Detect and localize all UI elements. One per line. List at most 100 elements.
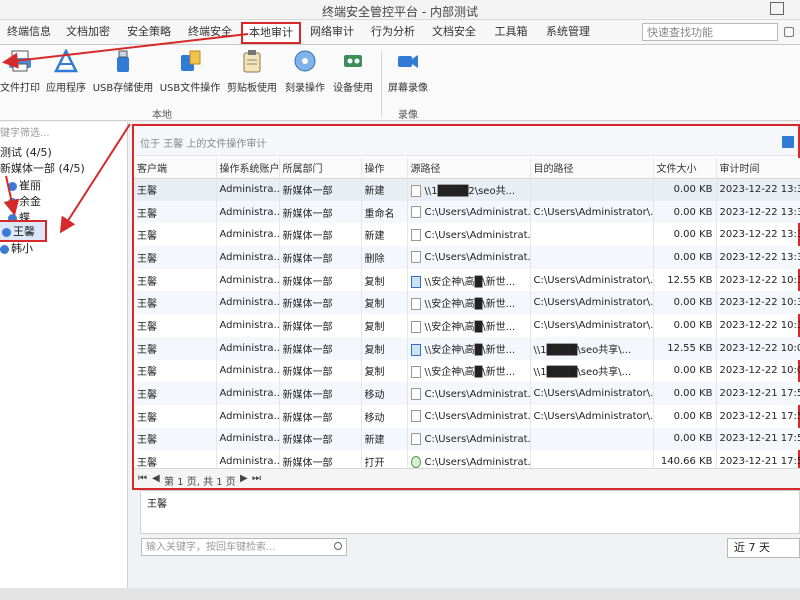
table-row[interactable]: 王馨 Administra... 新媒体一部 复制 \\安企神\高█\新世... C:\U… [134,291,800,315]
search-icon[interactable] [334,542,342,550]
next-page-icon[interactable]: ▶ [240,473,248,484]
file-print-button[interactable]: 文件打印 [0,49,40,97]
table-row[interactable]: 王馨 Administra... 新媒体一部 复制 \\安企神\高█\新世... C:\U… [134,268,800,292]
table-cell: Administra... [216,178,280,201]
cell-text: 新媒体一部 [282,186,333,198]
application-button[interactable]: 应用程序 [44,49,88,97]
table-cell: C:\Users\Administrat... [407,404,531,428]
table-cell: Administra... [216,223,280,247]
table-row[interactable]: 王馨 Administra... 新媒体一部 新建 \\1████2\seo共... 0.… [134,178,800,201]
table-cell: 王馨 [134,314,217,337]
table-row[interactable]: 王馨 Administra... 新媒体一部 新建 C:\Users\Administr… [134,223,800,247]
table-cell: C:\Users\Administrat... [407,382,531,405]
maximize-icon[interactable] [770,2,784,15]
table-row[interactable]: 王馨 Administra... 新媒体一部 复制 \\安企神\高█\新世... C:\U… [134,314,800,337]
burn-button[interactable]: 刻录操作 [282,49,328,97]
table-cell: 0.00 KB [653,200,717,224]
column-header[interactable]: 客户端 [134,158,217,179]
device-usage-button[interactable]: 设备使用 [330,49,376,97]
tree-dept-node[interactable]: 新媒体一部 (4/5) [0,160,85,176]
printer-icon [9,50,31,72]
table-row[interactable]: 王馨 Administra... 新媒体一部 移动 C:\Users\Administr… [134,404,800,428]
tree-root-node[interactable]: 测试 (4/5) [0,144,52,160]
tab-network-audit[interactable]: 网络审计 [302,22,362,44]
user-icon [8,181,17,191]
table-cell: \\1████\seo共享\... [530,359,654,383]
column-header[interactable]: 文件大小 [653,158,717,179]
tab-behavior-analysis[interactable]: 行为分析 [362,22,424,44]
cell-text: 新媒体一部 [282,208,333,220]
table-cell [530,246,654,269]
column-header[interactable]: 操作系统账户 [216,158,280,179]
cell-text: 2023-12-22 10:32 [719,274,800,286]
table-cell: Administra... [216,359,280,383]
table-cell: 王馨 [134,200,217,224]
cell-text: C:\Users\Administrator\... [533,410,653,422]
ribbon-divider [381,51,382,117]
tree-user-node-selected[interactable]: 王馨 [0,220,47,242]
menu-option-icon[interactable] [784,27,794,37]
screen-record-button[interactable]: 屏幕录像 [386,49,430,97]
table-cell: 新媒体一部 [279,382,362,405]
column-header[interactable]: 审计时间 [716,158,800,179]
table-cell: 0.00 KB [653,404,717,428]
prev-page-icon[interactable]: ◀ [152,473,160,484]
tab-doc-encryption[interactable]: 文档加密 [58,22,118,44]
tree-user-label: 崔丽 [19,179,41,192]
tab-security-policy[interactable]: 安全策略 [118,22,180,44]
column-header[interactable]: 目的路径 [530,158,654,179]
table-cell: 复制 [361,336,408,360]
table-cell: 王馨 [134,178,217,201]
cell-text: 王馨 [137,321,157,333]
table-row[interactable]: 王馨 Administra... 新媒体一部 新建 C:\Users\Administr… [134,427,800,451]
clipboard-button[interactable]: 剪贴板使用 [226,49,278,97]
audit-caption: 位于 王馨 上的文件操作审计 [140,139,267,150]
first-page-icon[interactable]: ⏮ [138,473,147,484]
cell-text: Administra... [219,274,279,286]
function-search-input[interactable] [642,23,778,41]
table-row[interactable]: 王馨 Administra... 新媒体一部 移动 C:\Users\Administr… [134,382,800,405]
cell-text: 新建 [364,231,385,243]
cell-text: Administra... [219,388,279,400]
cell-text: C:\Users\Administrat... [424,433,530,445]
time-range-select[interactable]: 近 7 天 [727,538,800,558]
cell-text: 0.00 KB [673,433,713,445]
cell-text: 2023-12-21 17:58 [719,388,800,400]
tree-filter-input[interactable] [0,126,120,140]
column-header[interactable]: 操作 [361,158,408,179]
last-page-icon[interactable]: ⏭ [252,473,261,484]
table-row[interactable]: 王馨 Administra... 新媒体一部 复制 \\安企神\高█\新世... \\1█… [134,336,800,360]
cell-text: 王馨 [137,208,157,220]
keyword-search-input[interactable] [141,538,347,556]
usb-file-button[interactable]: USB文件操作 [158,49,222,97]
column-header[interactable]: 源路径 [407,158,531,179]
application-icon [54,49,78,73]
audit-panel: 位于 王馨 上的文件操作审计 客户端 操作系统账户 所属部门 操作 源路径 目的… [132,124,800,490]
tree-user-node[interactable]: 余金 [8,193,41,209]
cell-text: 复制 [364,276,385,288]
cell-text: 复制 [364,344,385,356]
table-cell: 2023-12-22 10:32 [716,314,800,337]
cell-text: 0.00 KB [673,206,713,218]
tab-local-audit[interactable]: 本地审计 [241,22,301,44]
tab-toolbox[interactable]: 工具箱 [484,22,538,44]
cell-text: 12.55 KB [667,274,713,286]
tab-doc-security[interactable]: 文档安全 [424,22,484,44]
table-cell: 王馨 [134,268,217,292]
tab-terminal-info[interactable]: 终端信息 [0,22,58,44]
tab-terminal-security[interactable]: 终端安全 [180,22,240,44]
table-row[interactable]: 王馨 Administra... 新媒体一部 重命名 C:\Users\Administ… [134,200,800,224]
table-cell: \\安企神\高█\新世... [407,314,531,337]
table-row[interactable]: 王馨 Administra... 新媒体一部 删除 C:\Users\Administr… [134,246,800,269]
tree-user-node[interactable]: 崔丽 [8,177,41,193]
layout-toggle-icon[interactable] [782,136,794,148]
tab-system-management[interactable]: 系统管理 [538,22,598,44]
table-row[interactable]: 王馨 Administra... 新媒体一部 复制 \\安企神\高█\新世... \\1█… [134,359,800,383]
table-cell: 新媒体一部 [279,314,362,337]
usb-storage-button[interactable]: USB存储使用 [92,49,154,97]
ribbon: 文件打印 应用程序 USB存储使用 USB文件操作 剪贴板使用 刻录操作 设备使… [0,45,800,121]
table-cell: 新建 [361,223,408,247]
column-header[interactable]: 所属部门 [279,158,362,179]
table-cell: 0.00 KB [653,382,717,405]
tree-user-node[interactable]: 韩小 [0,240,33,256]
